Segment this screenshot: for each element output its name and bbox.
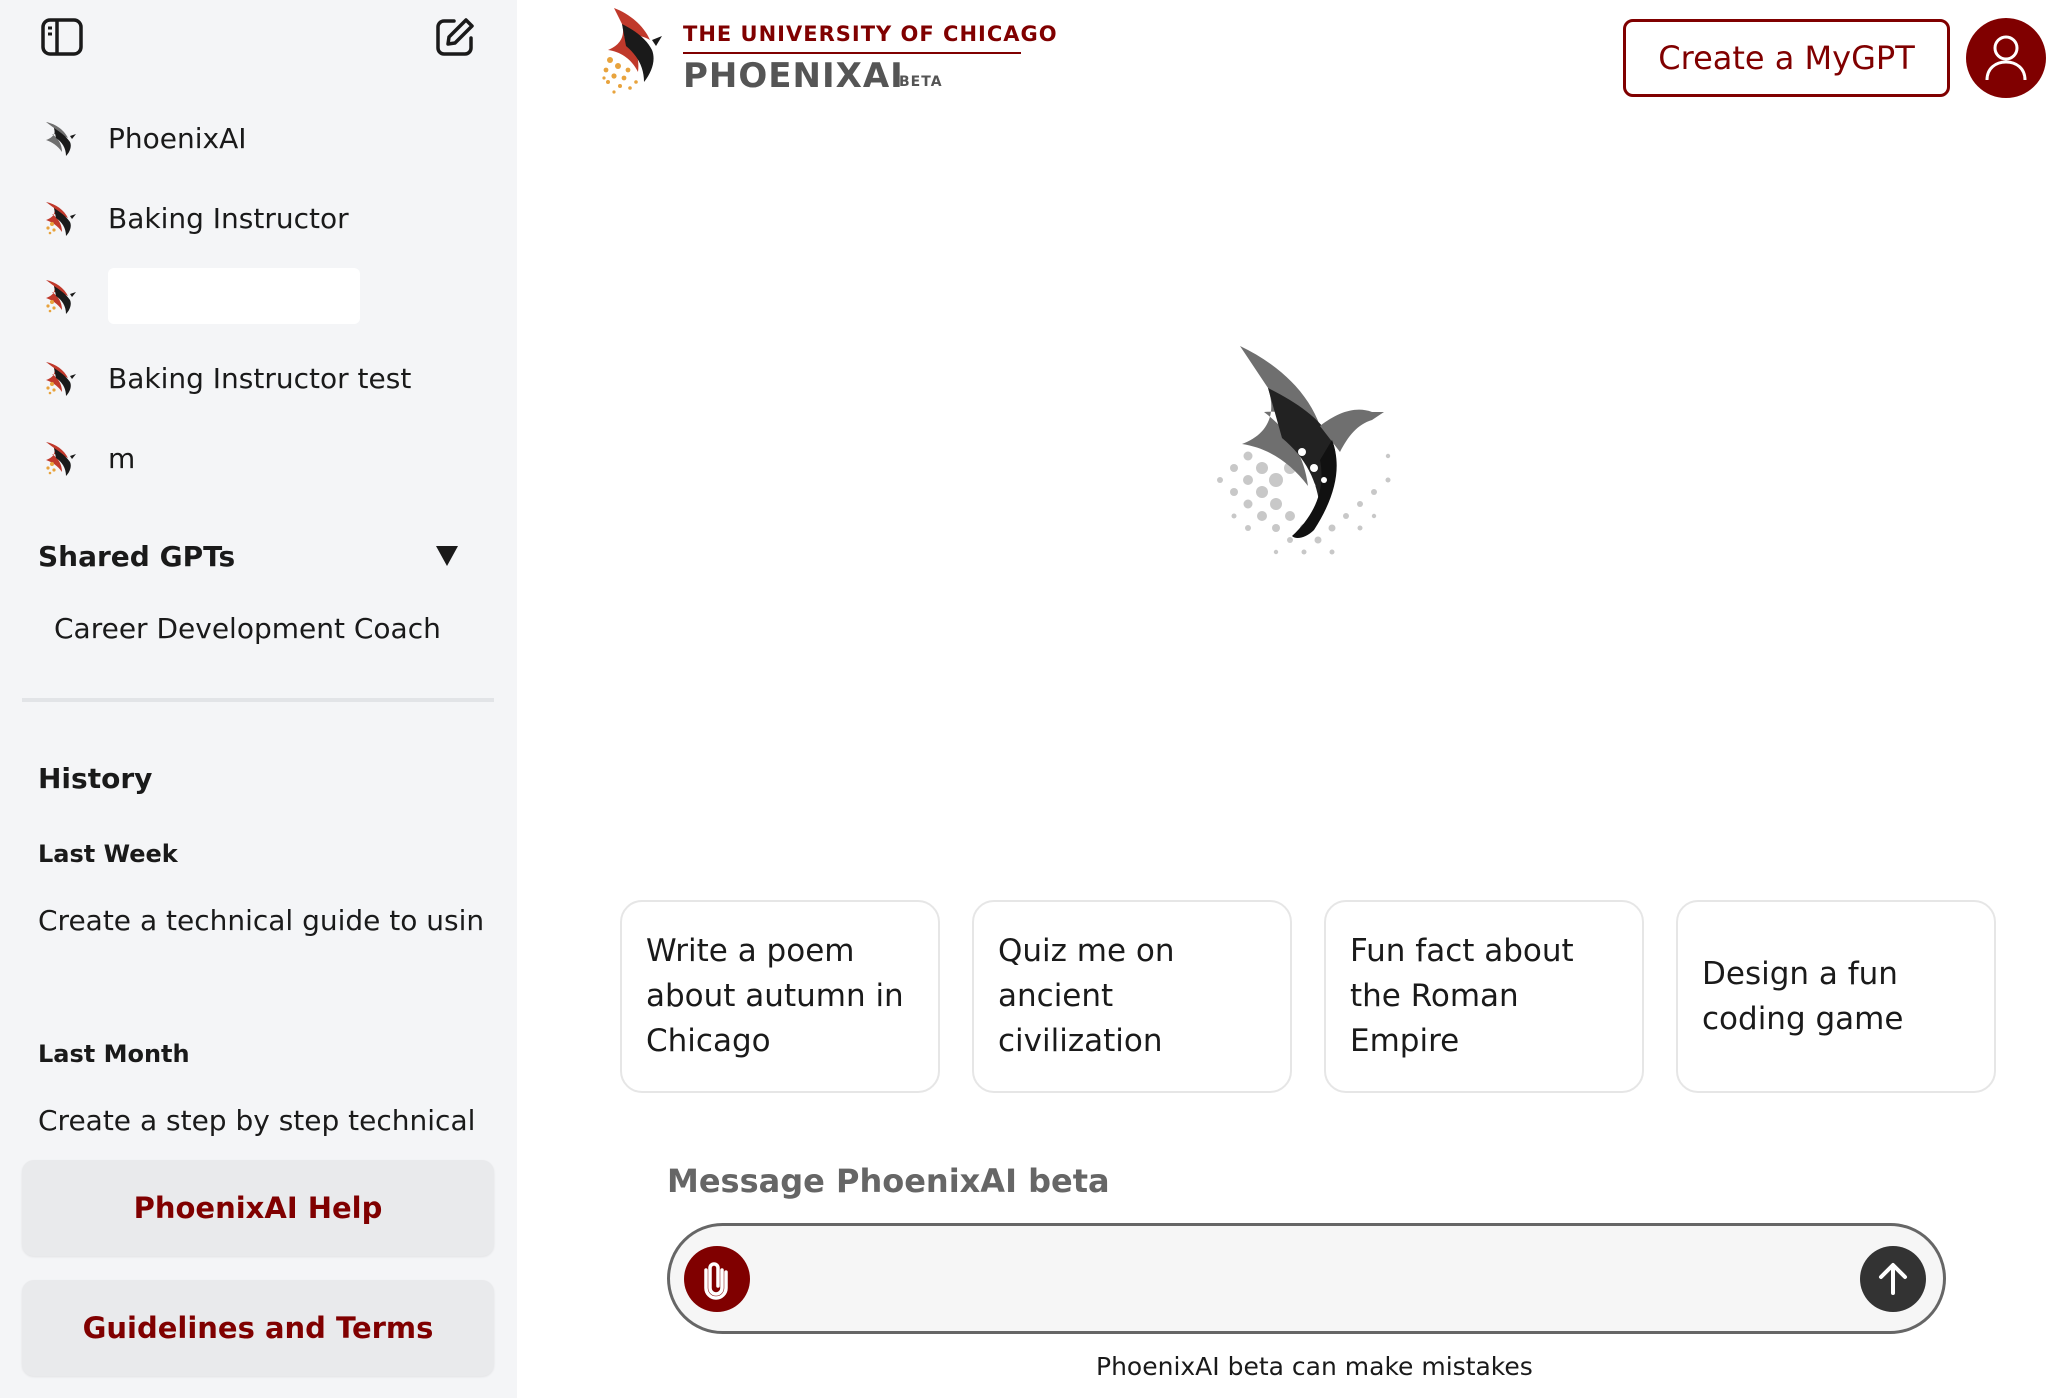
history-title: History xyxy=(38,762,153,795)
phoenix-icon xyxy=(40,274,84,318)
sidebar: PhoenixAI Baking Instructor Baking Instr… xyxy=(0,0,517,1398)
history-group-last-week: Last Week xyxy=(38,840,178,868)
suggestion-card-poem[interactable]: Write a poem about autumn in Chicago xyxy=(620,900,940,1093)
create-mygpt-button[interactable]: Create a MyGPT xyxy=(1623,19,1950,97)
suggestion-text: Fun fact about the Roman Empire xyxy=(1350,933,1574,1059)
logo-university-text: THE UNIVERSITY OF CHICAGO xyxy=(683,22,1058,46)
user-avatar[interactable] xyxy=(1966,18,2046,98)
gpt-item-baking-instructor[interactable]: Baking Instructor xyxy=(40,188,480,248)
suggestion-text: Write a poem about autumn in Chicago xyxy=(646,933,904,1059)
gpt-item-m[interactable]: m xyxy=(40,428,480,488)
shared-gpt-career-coach[interactable]: Career Development Coach xyxy=(54,612,441,645)
message-label: Message PhoenixAI beta xyxy=(667,1162,1110,1200)
phoenix-hero-icon xyxy=(1217,346,1391,555)
attach-button[interactable] xyxy=(684,1246,750,1312)
logo-name-text: PHOENIXAI xyxy=(683,56,904,96)
sidebar-toggle-icon[interactable] xyxy=(37,12,87,62)
phoenix-icon xyxy=(40,436,84,480)
caret-down-icon[interactable] xyxy=(432,541,462,571)
gpt-item-unnamed[interactable] xyxy=(40,266,480,326)
history-item[interactable]: Create a step by step technical guide xyxy=(38,1104,483,1137)
arrow-up-icon xyxy=(1879,1263,1907,1295)
user-icon xyxy=(1985,35,2027,81)
sidebar-divider xyxy=(22,698,494,702)
history-group-last-month: Last Month xyxy=(38,1040,190,1068)
logo-beta-badge: BETA xyxy=(899,74,943,90)
shared-gpts-title: Shared GPTs xyxy=(38,540,236,573)
message-input[interactable] xyxy=(770,1248,1830,1310)
history-item[interactable]: Create a technical guide to using xyxy=(38,904,483,937)
phoenix-icon xyxy=(40,116,84,160)
message-composer xyxy=(667,1223,1946,1334)
gpt-item-label: Baking Instructor test xyxy=(108,361,412,395)
logo-rule xyxy=(683,52,1021,54)
phoenix-icon xyxy=(40,356,84,400)
guidelines-terms-button[interactable]: Guidelines and Terms xyxy=(22,1280,494,1376)
gpt-item-label: m xyxy=(108,441,136,475)
disclaimer-text: PhoenixAI beta can make mistakes xyxy=(1096,1352,1533,1381)
help-button[interactable]: PhoenixAI Help xyxy=(22,1160,494,1256)
gpt-item-label: PhoenixAI xyxy=(108,121,247,155)
suggestion-text: Quiz me on ancient civilization xyxy=(998,933,1175,1059)
gpt-item-baking-instructor-test[interactable]: Baking Instructor test xyxy=(40,348,480,408)
gpt-item-label xyxy=(108,268,360,324)
suggestion-card-coding-game[interactable]: Design a fun coding game xyxy=(1676,900,1996,1093)
phoenix-icon xyxy=(40,196,84,240)
send-button[interactable] xyxy=(1860,1246,1926,1312)
gpt-item-phoenixai[interactable]: PhoenixAI xyxy=(40,108,480,168)
gpt-item-label: Baking Instructor xyxy=(108,201,349,235)
edit-icon[interactable] xyxy=(430,12,480,62)
suggestion-text: Design a fun coding game xyxy=(1702,955,1904,1037)
suggestion-card-fun-fact[interactable]: Fun fact about the Roman Empire xyxy=(1324,900,1644,1093)
suggestion-card-quiz[interactable]: Quiz me on ancient civilization xyxy=(972,900,1292,1093)
paperclip-icon xyxy=(704,1262,728,1300)
